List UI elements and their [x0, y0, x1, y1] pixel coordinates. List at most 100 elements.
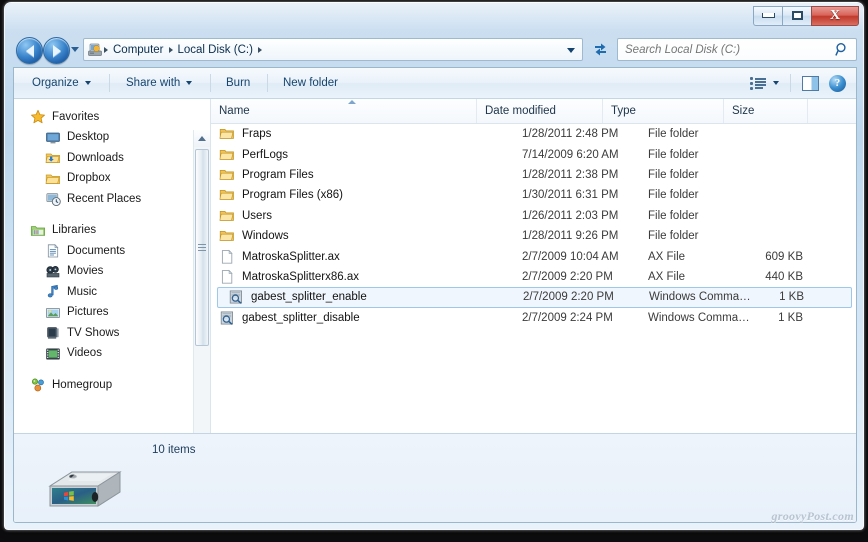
file-name-label: Program Files (x86) — [242, 189, 343, 202]
file-name-cell: Program Files — [219, 167, 314, 183]
share-with-button[interactable]: Share with — [118, 68, 200, 98]
file-date-cell: 2/7/2009 2:20 PM — [522, 270, 613, 283]
address-chevron-down-icon[interactable] — [567, 48, 575, 53]
column-header-blank[interactable] — [808, 99, 856, 123]
command-toolbar: Organize Share with Burn New folder ? — [14, 68, 856, 99]
tv-icon — [45, 325, 61, 341]
recent-pages-chevron-down-icon[interactable] — [71, 47, 79, 52]
table-row[interactable]: Users 1/26/2011 2:03 PM File folder — [211, 206, 856, 226]
breadcrumb-separator — [104, 46, 108, 53]
search-box[interactable] — [617, 38, 857, 61]
file-name-label: Program Files — [242, 168, 314, 181]
file-size-cell: 440 KB — [765, 270, 803, 283]
column-header-name[interactable]: Name — [211, 99, 477, 123]
file-name-label: Users — [242, 209, 273, 222]
sidebar-label-videos: Videos — [67, 347, 102, 359]
minimize-button[interactable] — [753, 5, 782, 26]
file-type-cell: File folder — [648, 168, 699, 181]
downloads-folder-icon — [45, 150, 61, 166]
file-name-cell: PerfLogs — [219, 147, 288, 163]
share-with-label: Share with — [126, 77, 181, 89]
sidebar-label-downloads: Downloads — [67, 151, 124, 164]
chevron-down-icon[interactable] — [773, 81, 779, 85]
file-date-cell: 1/30/2011 6:31 PM — [522, 189, 619, 202]
breadcrumb-separator — [168, 46, 173, 53]
forward-button[interactable] — [43, 37, 70, 64]
file-name-cell: MatroskaSplitterx86.ax — [219, 269, 359, 285]
search-icon[interactable] — [835, 42, 849, 58]
sidebar-item-music[interactable]: Music — [14, 282, 192, 303]
table-row[interactable]: MatroskaSplitterx86.ax 2/7/2009 2:20 PM … — [211, 267, 856, 287]
sidebar-item-tv-shows[interactable]: TV Shows — [14, 323, 192, 344]
sidebar-item-videos[interactable]: Videos — [14, 344, 192, 365]
back-button[interactable] — [16, 37, 43, 64]
star-icon — [30, 109, 46, 125]
view-layout-icon — [750, 76, 767, 90]
table-row[interactable]: MatroskaSplitter.ax 2/7/2009 10:04 AM AX… — [211, 246, 856, 266]
help-button[interactable]: ? — [825, 74, 852, 92]
toolbar-separator — [210, 74, 211, 92]
file-type-cell: File folder — [648, 148, 699, 161]
change-view-button[interactable] — [744, 76, 785, 90]
scrollbar-thumb[interactable] — [195, 149, 209, 346]
hard-drive-icon — [42, 464, 126, 514]
close-icon: X — [829, 7, 841, 23]
burn-button[interactable]: Burn — [218, 68, 258, 98]
item-count-label: 10 items — [152, 444, 196, 456]
maximize-icon — [791, 11, 803, 20]
sidebar-group-favorites[interactable]: Favorites — [14, 107, 192, 128]
column-header-date-modified[interactable]: Date modified — [477, 99, 603, 123]
table-row[interactable]: Program Files (x86) 1/30/2011 6:31 PM Fi… — [211, 185, 856, 205]
column-label-type: Type — [611, 105, 636, 117]
generic-file-icon — [219, 269, 235, 285]
file-date-cell: 1/28/2011 2:38 PM — [522, 168, 619, 181]
file-name-label: PerfLogs — [242, 148, 289, 161]
sidebar-label-desktop: Desktop — [67, 131, 110, 143]
sidebar-item-dropbox[interactable]: Dropbox — [14, 169, 192, 190]
search-input[interactable] — [625, 43, 830, 56]
burn-label: Burn — [226, 77, 251, 89]
file-name-cell: MatroskaSplitter.ax — [219, 249, 340, 265]
refresh-icon — [594, 43, 606, 56]
sidebar-item-movies[interactable]: Movies — [14, 262, 192, 283]
sidebar-item-desktop[interactable]: Desktop — [14, 128, 192, 149]
preview-pane-button[interactable] — [796, 75, 825, 91]
video-filmstrip-icon — [45, 346, 61, 362]
table-row[interactable]: gabest_splitter_disable 2/7/2009 2:24 PM… — [211, 308, 856, 328]
sidebar-item-downloads[interactable]: Downloads — [14, 148, 192, 169]
close-button[interactable]: X — [811, 5, 859, 26]
organize-button[interactable]: Organize — [24, 68, 99, 98]
breadcrumb-local-disk[interactable]: Local Disk (C:) — [174, 44, 257, 56]
table-row[interactable]: gabest_splitter_enable 2/7/2009 2:20 PM … — [217, 287, 852, 308]
toolbar-separator — [790, 74, 791, 92]
sidebar-label-tv-shows: TV Shows — [67, 326, 120, 339]
sidebar-item-pictures[interactable]: Pictures — [14, 303, 192, 324]
sidebar-group-libraries[interactable]: Libraries — [14, 221, 192, 242]
new-folder-button[interactable]: New folder — [275, 68, 346, 98]
column-header-type[interactable]: Type — [603, 99, 724, 123]
column-header-size[interactable]: Size — [724, 99, 808, 123]
table-row[interactable]: Fraps 1/28/2011 2:48 PM File folder — [211, 124, 856, 144]
movies-icon — [45, 264, 61, 280]
file-name-cell: Program Files (x86) — [219, 187, 343, 203]
maximize-button[interactable] — [782, 5, 811, 26]
sidebar-item-recent-places[interactable]: Recent Places — [14, 189, 192, 210]
script-icon — [228, 289, 244, 305]
organize-label: Organize — [32, 77, 79, 89]
table-row[interactable]: Windows 1/28/2011 9:26 PM File folder — [211, 226, 856, 246]
refresh-button[interactable] — [589, 38, 611, 61]
breadcrumb-computer[interactable]: Computer — [109, 44, 168, 56]
address-bar[interactable]: Computer Local Disk (C:) — [83, 38, 583, 61]
scroll-up-button[interactable] — [194, 130, 210, 147]
sidebar-group-homegroup[interactable]: Homegroup — [14, 375, 192, 396]
sidebar-label-homegroup: Homegroup — [52, 378, 113, 391]
column-label-name: Name — [219, 105, 250, 117]
folder-icon — [219, 208, 235, 224]
toolbar-right-group: ? — [744, 68, 852, 98]
sidebar-item-documents[interactable]: Documents — [14, 241, 192, 262]
file-rows: Fraps 1/28/2011 2:48 PM File folder Perf… — [211, 124, 856, 328]
table-row[interactable]: PerfLogs 7/14/2009 6:20 AM File folder — [211, 144, 856, 164]
table-row[interactable]: Program Files 1/28/2011 2:38 PM File fol… — [211, 165, 856, 185]
